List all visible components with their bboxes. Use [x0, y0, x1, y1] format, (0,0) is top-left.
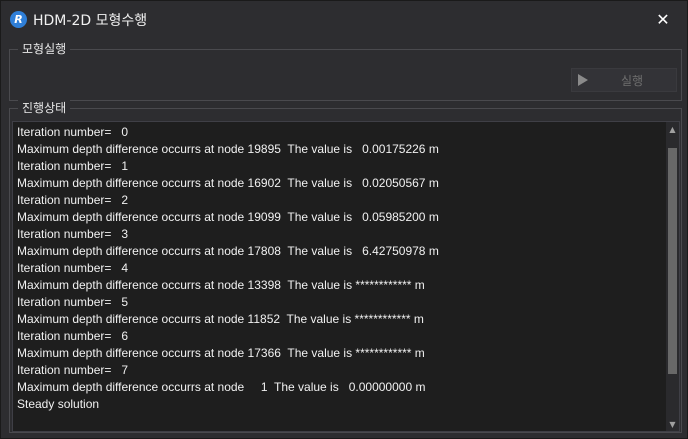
log-line: Maximum depth difference occurrs at node… — [17, 346, 425, 360]
log-line: Maximum depth difference occurrs at node… — [17, 210, 439, 224]
scroll-up-arrow-icon[interactable]: ▲ — [666, 122, 679, 136]
log-line: Iteration number= 0 — [17, 125, 129, 139]
window-title: HDM-2D 모형수행 — [33, 13, 148, 29]
close-button[interactable]: ✕ — [653, 9, 673, 29]
model-run-group-legend: 모형실행 — [18, 41, 71, 57]
log-line: Maximum depth difference occurrs at node… — [17, 380, 426, 394]
vertical-scrollbar[interactable]: ▲ ▼ — [666, 122, 679, 431]
progress-status-group: 진행상태 Iteration number= 0 Maximum depth di… — [9, 100, 682, 433]
close-icon: ✕ — [656, 9, 670, 29]
log-line: Iteration number= 2 — [17, 193, 129, 207]
log-line: Iteration number= 5 — [17, 295, 129, 309]
hdm-2d-run-window: R HDM-2D 모형수행 ✕ 모형실행 실행 진행상태 Iteration n… — [0, 0, 688, 439]
app-logo-icon: R — [10, 11, 27, 28]
run-button[interactable]: 실행 — [571, 68, 677, 92]
status-log-content: Iteration number= 0 Maximum depth differe… — [17, 124, 657, 413]
log-line: Iteration number= 6 — [17, 329, 129, 343]
model-run-group: 모형실행 실행 — [9, 41, 682, 101]
log-line: Maximum depth difference occurrs at node… — [17, 244, 439, 258]
log-line: Iteration number= 7 — [17, 363, 129, 377]
scroll-down-arrow-icon[interactable]: ▼ — [666, 417, 679, 431]
log-line: Steady solution — [17, 397, 100, 411]
log-line: Iteration number= 4 — [17, 261, 129, 275]
play-icon — [578, 74, 588, 86]
title-bar[interactable]: R HDM-2D 모형수행 ✕ — [1, 1, 687, 39]
log-line: Iteration number= 3 — [17, 227, 129, 241]
status-log-textbox[interactable]: Iteration number= 0 Maximum depth differe… — [12, 121, 680, 432]
log-line: Maximum depth difference occurrs at node… — [17, 278, 425, 292]
log-line: Maximum depth difference occurrs at node… — [17, 312, 424, 326]
run-button-label: 실행 — [621, 74, 644, 88]
log-line: Maximum depth difference occurrs at node… — [17, 142, 439, 156]
progress-status-group-legend: 진행상태 — [18, 100, 71, 116]
log-line: Maximum depth difference occurrs at node… — [17, 176, 439, 190]
log-line: Iteration number= 1 — [17, 159, 129, 173]
scroll-thumb[interactable] — [668, 148, 677, 374]
